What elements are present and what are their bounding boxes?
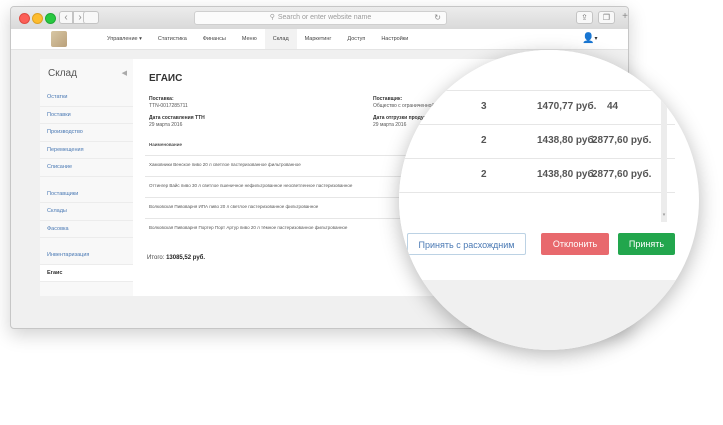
zoom-price: 1470,77 руб. (537, 101, 597, 112)
new-tab-icon[interactable]: + (620, 11, 628, 22)
browser-toolbar: ‹ › ⚲ Search or enter website name ↻ ⇪ ❐ … (11, 7, 628, 30)
menu-item-settings[interactable]: Настройки (373, 29, 416, 49)
total-label: Итого: (147, 255, 165, 261)
back-icon[interactable]: ‹ (59, 11, 73, 24)
zoom-qty: 2 (481, 135, 487, 146)
table-row: Хамовники Венское пиво 20 л светлое паст… (145, 155, 439, 174)
minimize-window-button[interactable] (32, 13, 43, 24)
total: Итого: 13085,52 руб. (147, 255, 205, 261)
zoom-qty: 3 (481, 101, 487, 112)
collapse-icon[interactable]: ◀ (122, 69, 127, 77)
zoom-lens: 3 1470,77 руб. 44 2 1438,80 руб. 2877,60… (399, 50, 699, 350)
tabs-icon[interactable]: ❐ (598, 11, 615, 24)
menu-item-statistics[interactable]: Статистика (150, 29, 195, 49)
table-row: Волковская Пивоварня Портер Порт Артур п… (145, 218, 439, 237)
app-logo[interactable] (51, 31, 67, 47)
address-bar[interactable]: ⚲ Search or enter website name ↻ (194, 11, 447, 25)
sidebar-item-suppliers[interactable]: Поставщики (40, 186, 133, 203)
total-value: 13085,52 руб. (166, 255, 206, 261)
zoom-sum: 44 (607, 101, 619, 112)
zoom-qty: 2 (481, 169, 487, 180)
sidebar-item-inventory[interactable]: Инвентаризация (40, 247, 133, 265)
zoom-price: 1438,80 руб. (537, 169, 597, 180)
sidebar-title: Склад (48, 68, 77, 79)
zoom-row: 2 1438,80 руб. 2877,60 руб. (399, 158, 675, 193)
sidebar-item-egais[interactable]: Егаис (40, 264, 133, 282)
menu-item-marketing[interactable]: Маркетинг (297, 29, 340, 49)
sidebar-item-writeoff[interactable]: Списание (40, 159, 133, 177)
table-header-name: Наименование (149, 142, 183, 147)
menu-item-finance[interactable]: Финансы (195, 29, 234, 49)
zoom-background (399, 280, 699, 350)
table-row: Оттингер Вайс пиво 30 л светлое пшенично… (145, 176, 439, 195)
zoom-row: 2 1438,80 руб. 2877,60 руб. (399, 124, 675, 158)
menu-item-menu[interactable]: Меню (234, 29, 265, 49)
address-placeholder: Search or enter website name (277, 14, 372, 21)
search-icon: ⚲ (269, 14, 275, 21)
sidebar-item-transfers[interactable]: Перемещения (40, 142, 133, 159)
user-menu[interactable]: 👤▾ (582, 33, 597, 44)
sidebar-item-stock[interactable]: Остатки (40, 89, 133, 107)
app-navbar: Управление ▾ Статистика Финансы Меню Скл… (11, 29, 628, 50)
scrollbar[interactable]: ▾ (661, 90, 667, 222)
zoom-sum: 2877,60 руб. (592, 135, 652, 146)
chevron-down-icon: ▾ (594, 35, 598, 42)
supply-value: TTN-0017285711 (149, 103, 188, 109)
page-title: ЕГАИС (149, 73, 183, 84)
zoom-sum: 2877,60 руб. (592, 169, 652, 180)
menu-item-warehouse[interactable]: Склад (264, 29, 297, 49)
ttn-date-value: 29 марта 2016 (149, 122, 183, 128)
menu-item-management[interactable]: Управление ▾ (99, 29, 150, 49)
ttn-date-label: Дата составления ТТН (149, 115, 205, 121)
sidebar: Склад ◀ Остатки Поставки Производство Пе… (40, 59, 134, 296)
user-icon: 👤 (582, 33, 595, 44)
sidebar-item-supplies[interactable]: Поставки (40, 107, 133, 124)
ttn-date-field: Дата составления ТТН 29 марта 2016 (149, 115, 205, 129)
scroll-down-icon[interactable]: ▾ (661, 212, 667, 218)
zoom-price: 1438,80 руб. (537, 135, 597, 146)
supply-label: Поставка: (149, 96, 174, 102)
reload-icon[interactable]: ↻ (434, 12, 441, 24)
zoom-panel: 3 1470,77 руб. 44 2 1438,80 руб. 2877,60… (399, 50, 675, 280)
accept-button[interactable]: Принять (618, 233, 675, 255)
zoom-row: 3 1470,77 руб. 44 (399, 90, 675, 124)
zoom-window-button[interactable] (45, 13, 56, 24)
sidebar-item-packaging[interactable]: Фасовка (40, 221, 133, 238)
menu-item-access[interactable]: Доступ (339, 29, 373, 49)
sidebar-list: Остатки Поставки Производство Перемещени… (40, 89, 133, 282)
sidebar-item-production[interactable]: Производство (40, 124, 133, 142)
close-window-button[interactable] (19, 13, 30, 24)
sidebar-toggle-icon[interactable] (83, 11, 99, 24)
share-icon[interactable]: ⇪ (576, 11, 593, 24)
main-menu: Управление ▾ Статистика Финансы Меню Скл… (99, 29, 416, 49)
sidebar-item-warehouses[interactable]: Склады (40, 203, 133, 221)
table-row: Волковская Пивоварня ИПА пиво 20 л светл… (145, 197, 439, 216)
supply-field: Поставка: TTN-0017285711 (149, 96, 188, 110)
reject-button[interactable]: Отклонить (541, 233, 609, 255)
accept-with-discrepancy-button[interactable]: Принять с расхождним (407, 233, 526, 255)
